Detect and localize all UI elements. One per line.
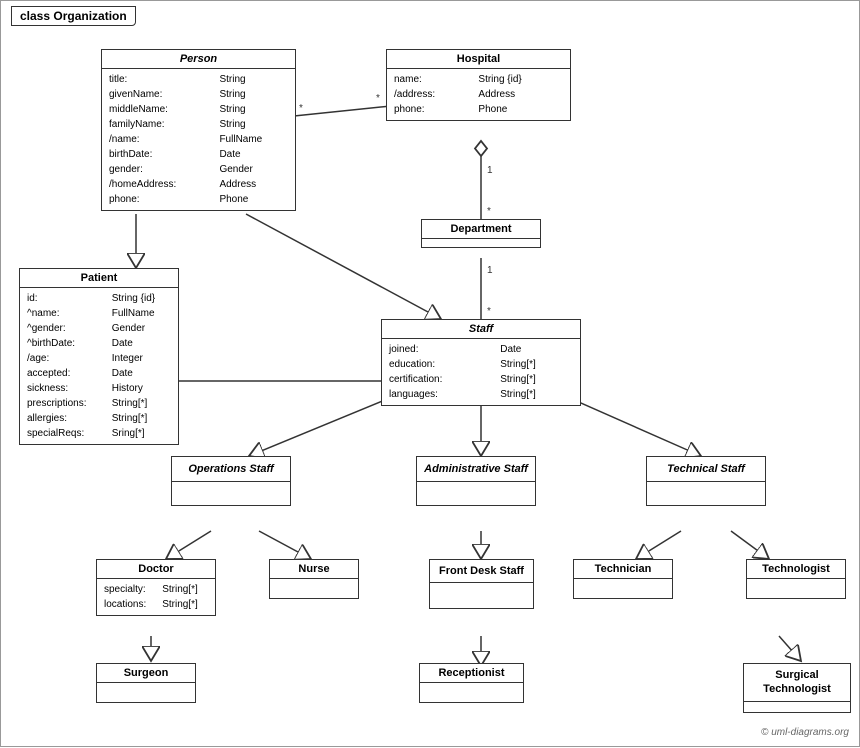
- class-person-attrs: title:String givenName:String middleName…: [102, 69, 295, 210]
- diagram-container: class Organization * * 1 * 1 *: [0, 0, 860, 747]
- class-patient-attrs: id:String {id} ^name:FullName ^gender:Ge…: [20, 288, 178, 444]
- class-surgical-technologist: Surgical Technologist: [743, 663, 851, 713]
- class-operations-staff: Operations Staff: [171, 456, 291, 506]
- class-surgeon: Surgeon: [96, 663, 196, 703]
- svg-text:*: *: [299, 103, 303, 114]
- class-front-desk-staff-name: Front Desk Staff: [430, 560, 533, 583]
- svg-text:*: *: [376, 93, 380, 104]
- class-technologist: Technologist: [746, 559, 846, 599]
- class-technician-name: Technician: [574, 560, 672, 579]
- class-administrative-staff: Administrative Staff: [416, 456, 536, 506]
- class-surgical-technologist-name: Surgical Technologist: [744, 664, 850, 702]
- class-department-attrs: [422, 239, 540, 247]
- class-department-name: Department: [422, 220, 540, 239]
- class-nurse-name: Nurse: [270, 560, 358, 579]
- svg-text:*: *: [487, 206, 491, 217]
- class-patient: Patient id:String {id} ^name:FullName ^g…: [19, 268, 179, 445]
- class-hospital: Hospital name:String {id} /address:Addre…: [386, 49, 571, 121]
- class-technical-staff-name: Technical Staff: [647, 457, 765, 482]
- class-patient-name: Patient: [20, 269, 178, 288]
- class-technical-staff: Technical Staff: [646, 456, 766, 506]
- class-receptionist-name: Receptionist: [420, 664, 523, 683]
- class-staff-name: Staff: [382, 320, 580, 339]
- class-surgeon-name: Surgeon: [97, 664, 195, 683]
- svg-text:1: 1: [487, 265, 493, 276]
- class-hospital-attrs: name:String {id} /address:Address phone:…: [387, 69, 570, 120]
- class-operations-staff-name: Operations Staff: [172, 457, 290, 482]
- class-person: Person title:String givenName:String mid…: [101, 49, 296, 211]
- class-doctor: Doctor specialty:String[*] locations:Str…: [96, 559, 216, 616]
- class-technician: Technician: [573, 559, 673, 599]
- class-doctor-attrs: specialty:String[*] locations:String[*]: [97, 579, 215, 615]
- class-person-name: Person: [102, 50, 295, 69]
- class-technologist-name: Technologist: [747, 560, 845, 579]
- class-department: Department: [421, 219, 541, 248]
- copyright: © uml-diagrams.org: [761, 727, 849, 738]
- class-nurse: Nurse: [269, 559, 359, 599]
- diagram-title: class Organization: [11, 6, 136, 26]
- svg-text:*: *: [487, 306, 491, 317]
- class-hospital-name: Hospital: [387, 50, 570, 69]
- class-receptionist: Receptionist: [419, 663, 524, 703]
- class-front-desk-staff: Front Desk Staff: [429, 559, 534, 609]
- class-doctor-name: Doctor: [97, 560, 215, 579]
- svg-text:1: 1: [487, 165, 493, 176]
- class-administrative-staff-name: Administrative Staff: [417, 457, 535, 482]
- class-staff: Staff joined:Date education:String[*] ce…: [381, 319, 581, 406]
- class-staff-attrs: joined:Date education:String[*] certific…: [382, 339, 580, 405]
